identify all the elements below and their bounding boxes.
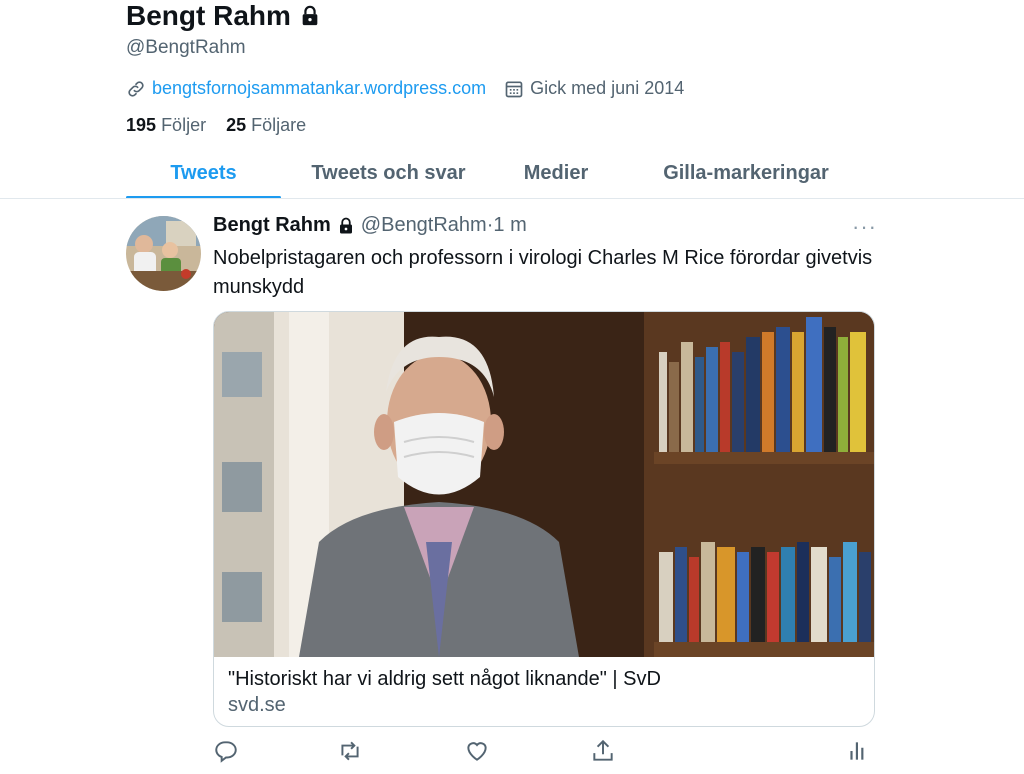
card-image	[214, 312, 874, 657]
profile-meta: bengtsfornojsammatankar.wordpress.com Gi…	[126, 78, 684, 99]
link-card[interactable]: "Historiskt har vi aldrig sett något lik…	[213, 311, 875, 727]
tweet-header: Bengt Rahm @BengtRahm · 1 m	[213, 214, 527, 237]
followers-count: 25	[226, 115, 247, 135]
tweet-handle[interactable]: @BengtRahm	[361, 214, 487, 237]
follow-stats: 195 Följer 25 Följare	[126, 115, 306, 136]
analytics-icon[interactable]	[845, 738, 871, 764]
retweet-icon[interactable]	[337, 738, 363, 764]
profile-handle: @BengtRahm	[126, 37, 246, 58]
profile-tabs: Tweets Tweets och svar Medier Gilla-mark…	[126, 148, 846, 199]
lock-icon	[339, 217, 352, 233]
profile-website-link[interactable]: bengtsfornojsammatankar.wordpress.com	[152, 78, 486, 99]
profile-name-text: Bengt Rahm	[126, 0, 291, 31]
tab-tweets[interactable]: Tweets	[126, 148, 281, 199]
tweet-author[interactable]: Bengt Rahm	[213, 214, 331, 237]
avatar[interactable]	[126, 216, 201, 291]
share-icon[interactable]	[590, 738, 616, 764]
tabs-divider	[0, 198, 1024, 199]
profile-joined: Gick med juni 2014	[530, 78, 685, 98]
tab-likes[interactable]: Gilla-markeringar	[646, 148, 846, 198]
calendar-icon	[505, 81, 523, 97]
followers-label: Följare	[251, 115, 307, 135]
following-label: Följer	[161, 115, 207, 135]
following-link[interactable]: 195 Följer	[126, 115, 206, 135]
tweet-text: Nobelpristagaren och professorn i virolo…	[213, 247, 873, 298]
card-title: "Historiskt har vi aldrig sett något lik…	[228, 668, 661, 690]
following-count: 195	[126, 115, 157, 135]
tweet-actions	[213, 738, 873, 764]
more-options-icon[interactable]: ···	[852, 214, 877, 240]
tab-tweets-and-replies[interactable]: Tweets och svar	[286, 148, 491, 198]
tweet-time[interactable]: 1 m	[493, 214, 526, 237]
tweet-separator: ·	[486, 214, 494, 236]
link-icon	[128, 80, 144, 97]
profile-name: Bengt Rahm	[126, 0, 321, 32]
card-domain: svd.se	[228, 694, 286, 716]
reply-icon[interactable]	[213, 738, 239, 764]
lock-icon	[302, 5, 318, 26]
tab-media[interactable]: Medier	[501, 148, 611, 198]
followers-link[interactable]: 25 Följare	[226, 115, 306, 135]
heart-icon[interactable]	[464, 738, 490, 764]
